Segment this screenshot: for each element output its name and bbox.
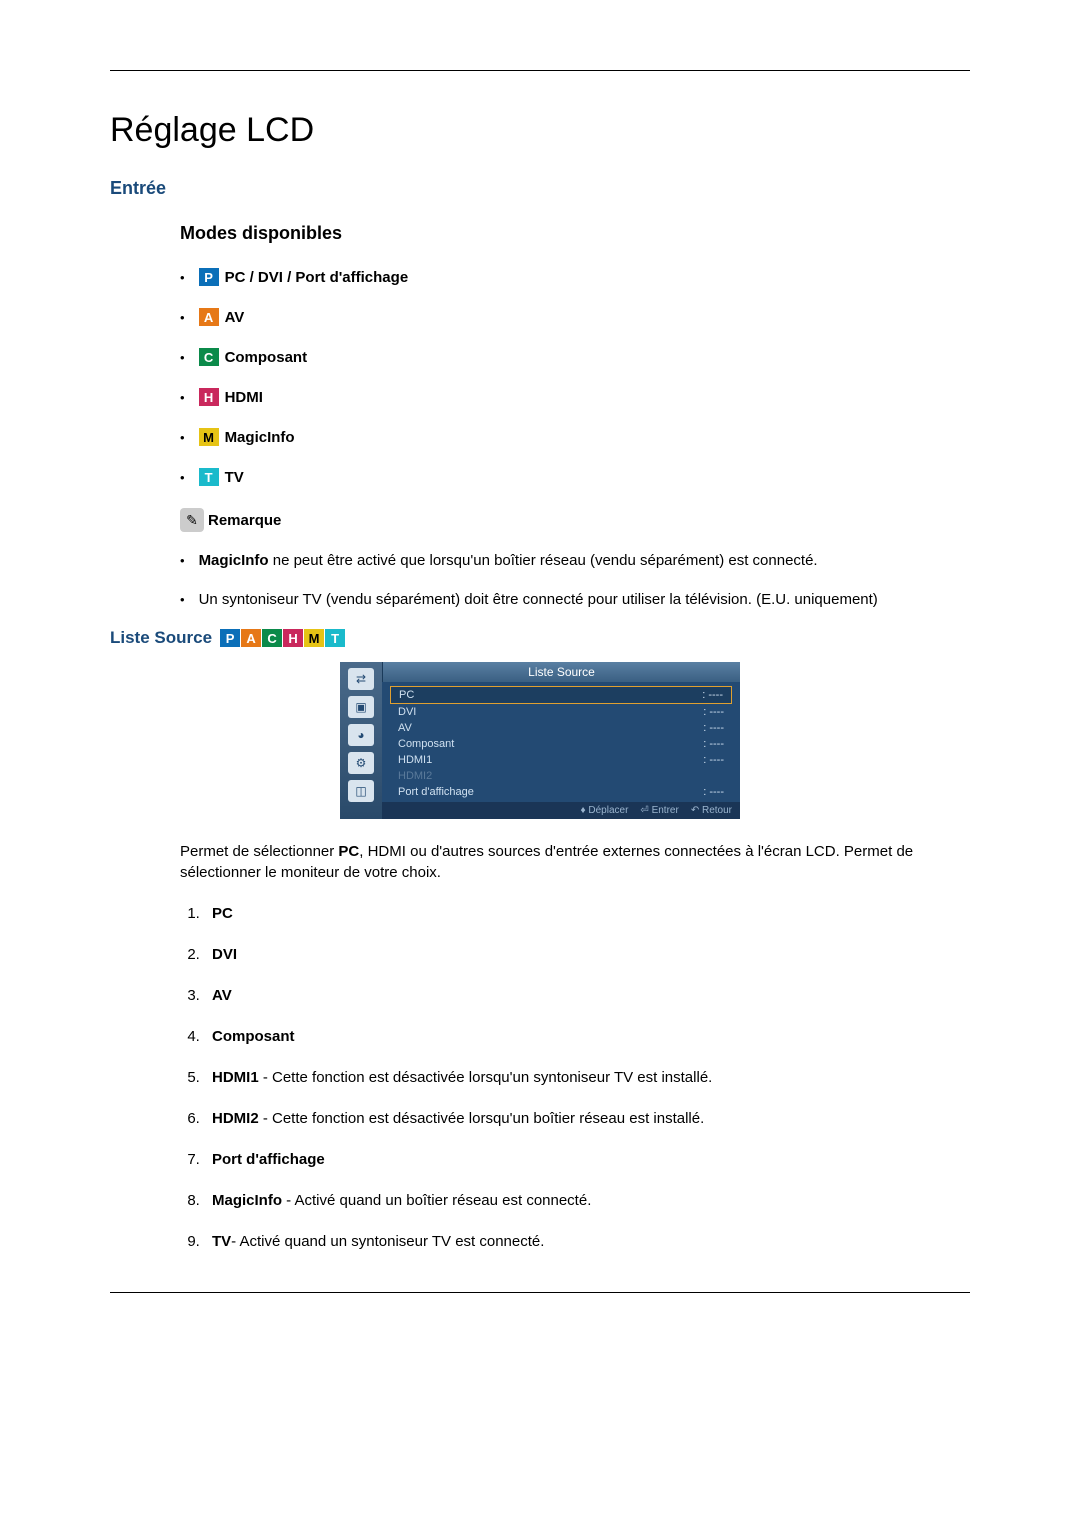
mode-tv: T TV [180, 468, 970, 486]
source-hdmi2: HDMI2 - Cette fonction est désactivée lo… [204, 1108, 970, 1129]
mode-tv-label: TV [225, 469, 244, 486]
m-icon: M [199, 428, 219, 446]
p-icon: P [199, 268, 219, 286]
mode-comp-label: Composant [225, 349, 308, 366]
osd-footer: ♦ Déplacer ⏎ Entrer ↶ Retour [382, 802, 740, 819]
source-ordered-list: PC DVI AV Composant HDMI1 - Cette foncti… [180, 903, 970, 1252]
remark-1-rest: ne peut être activé que lorsqu'un boîtie… [269, 552, 818, 569]
remark-1-bold: MagicInfo [199, 552, 269, 569]
note-label: Remarque [208, 512, 281, 529]
mode-hdmi-label: HDMI [225, 389, 263, 406]
source-hdmi1: HDMI1 - Cette fonction est désactivée lo… [204, 1067, 970, 1088]
h-icon: H [283, 629, 303, 647]
note-heading: ✎ Remarque [180, 508, 970, 532]
c-icon: C [199, 348, 219, 366]
osd-foot-return: ↶ Retour [691, 805, 732, 816]
mode-composant: C Composant [180, 348, 970, 366]
osd-screenshot: ⇄ ▣ ◕ ⚙ ◫ Liste Source PC: ---- DVI: ---… [110, 662, 970, 819]
osd-side-icon-setup: ⚙ [348, 752, 374, 774]
page: Réglage LCD Entrée Modes disponibles PPC… [0, 0, 1080, 1333]
osd-row-dvi: DVI: ---- [390, 704, 732, 720]
osd-main: Liste Source PC: ---- DVI: ---- AV: ----… [382, 662, 740, 819]
a-icon: A [241, 629, 261, 647]
osd-side-icon-multi: ◫ [348, 780, 374, 802]
post-bold: PC [338, 843, 359, 860]
osd-row-pc: PC: ---- [390, 686, 732, 704]
t-icon: T [199, 468, 219, 486]
osd-source-list: PC: ---- DVI: ---- AV: ---- Composant: -… [382, 682, 740, 802]
osd-side-icon-sound: ◕ [348, 724, 374, 746]
osd-side-icon-input: ⇄ [348, 668, 374, 690]
t-icon: T [325, 629, 345, 647]
post-paragraph: Permet de sélectionner PC, HDMI ou d'aut… [180, 841, 970, 883]
source-port: Port d'affichage [204, 1149, 970, 1170]
mode-magicinfo: M MagicInfo [180, 428, 970, 446]
source-av: AV [204, 985, 970, 1006]
mode-av-label: AV [225, 309, 245, 326]
h-icon: H [199, 388, 219, 406]
c-icon: C [262, 629, 282, 647]
subsection-modes: Modes disponibles [180, 223, 970, 244]
divider-bottom [110, 1292, 970, 1293]
mode-av: A AV [180, 308, 970, 326]
liste-source-label: Liste Source [110, 628, 212, 648]
osd-side-icon-picture: ▣ [348, 696, 374, 718]
post-pre: Permet de sélectionner [180, 843, 338, 860]
osd-foot-move: ♦ Déplacer [580, 805, 628, 816]
remark-2-text: Un syntoniseur TV (vendu séparément) doi… [199, 589, 878, 610]
source-magicinfo: MagicInfo - Activé quand un boîtier rése… [204, 1190, 970, 1211]
mode-pc-label: PC / DVI / Port d'affichage [225, 269, 409, 286]
osd-title: Liste Source [382, 662, 740, 682]
source-tv: TV- Activé quand un syntoniseur TV est c… [204, 1231, 970, 1252]
osd-foot-enter: ⏎ Entrer [640, 805, 678, 816]
osd-row-hdmi2: HDMI2 [390, 768, 732, 784]
a-icon: A [199, 308, 219, 326]
remark-1: MagicInfo ne peut être activé que lorsqu… [180, 550, 970, 571]
icon-strip: P A C H M T [220, 629, 346, 647]
p-icon: P [220, 629, 240, 647]
source-dvi: DVI [204, 944, 970, 965]
source-composant: Composant [204, 1026, 970, 1047]
mode-pc: P PC / DVI / Port d'affichage [180, 268, 970, 286]
osd-row-hdmi1: HDMI1: ---- [390, 752, 732, 768]
page-title: Réglage LCD [110, 111, 970, 150]
osd-sidebar: ⇄ ▣ ◕ ⚙ ◫ [340, 662, 382, 819]
m-icon: M [304, 629, 324, 647]
source-pc: PC [204, 903, 970, 924]
modes-list: P PC / DVI / Port d'affichage A AV C Compos… [180, 268, 970, 486]
section-entree: Entrée [110, 178, 970, 199]
remarks-list: MagicInfo ne peut être activé que lorsqu… [180, 550, 970, 610]
remark-2: Un syntoniseur TV (vendu séparément) doi… [180, 589, 970, 610]
mode-magic-label: MagicInfo [225, 429, 295, 446]
osd: ⇄ ▣ ◕ ⚙ ◫ Liste Source PC: ---- DVI: ---… [340, 662, 740, 819]
mode-hdmi: H HDMI [180, 388, 970, 406]
note-icon: ✎ [180, 508, 204, 532]
osd-row-composant: Composant: ---- [390, 736, 732, 752]
osd-row-av: AV: ---- [390, 720, 732, 736]
divider-top [110, 70, 970, 71]
osd-row-port: Port d'affichage: ---- [390, 784, 732, 800]
liste-source-heading: Liste Source P A C H M T [110, 628, 970, 648]
